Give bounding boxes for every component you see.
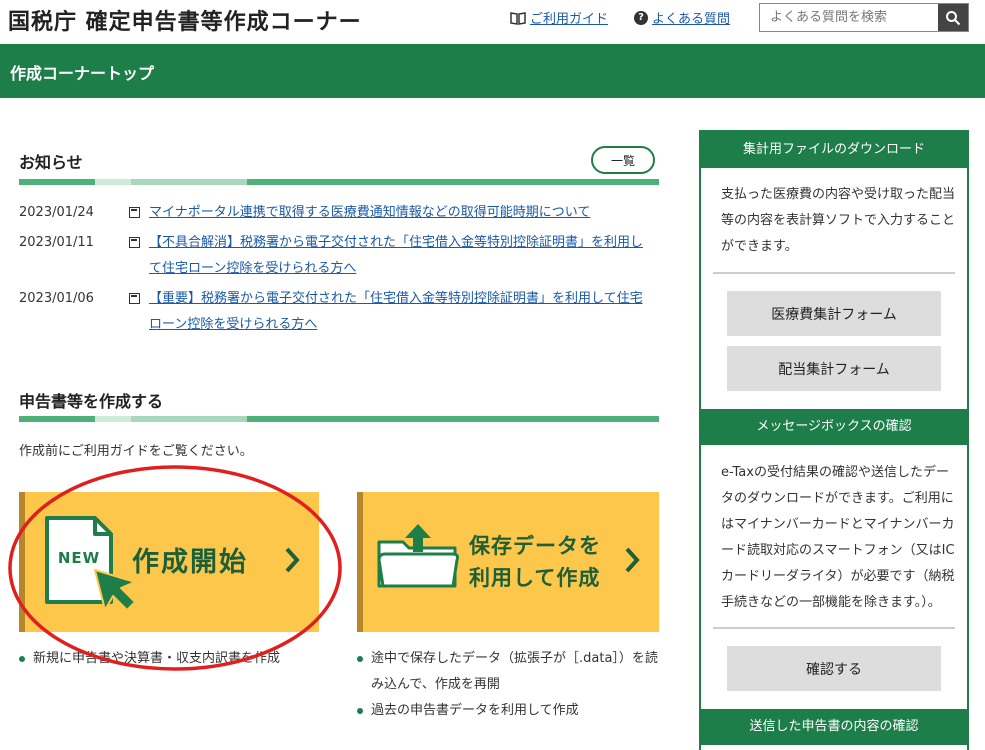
page-title: 作成コーナートップ <box>10 64 155 83</box>
resume-saved-data-button[interactable]: 保存データを 利用して作成 <box>357 492 659 632</box>
messagebox-description: e-Taxの受付結果の確認や送信したデータのダウンロードができます。ご利用にはマ… <box>721 465 955 610</box>
news-link[interactable]: 【不具合解消】税務署から電子交付された「住宅借入金等特別控除証明書」を利用して住… <box>149 230 649 282</box>
document-icon <box>129 286 149 338</box>
news-date: 2023/01/11 <box>19 235 94 250</box>
news-date: 2023/01/06 <box>19 291 94 306</box>
medical-expense-form-button[interactable]: 医療費集計フォーム <box>727 291 941 336</box>
bullet-item: 過去の申告書データを利用して作成 <box>357 698 659 724</box>
news-list: 2023/01/24 マイナポータル連携で取得する医療費通知情報などの取得可能時… <box>19 200 659 342</box>
search-icon <box>946 10 961 25</box>
sent-return-heading: 送信した申告書の内容の確認 <box>701 709 967 745</box>
news-heading-rule <box>19 179 659 185</box>
create-start-button[interactable]: NEW 作成開始 <box>19 492 319 632</box>
resume-label-line2: 利用して作成 <box>469 566 601 590</box>
new-document-icon: NEW <box>45 516 136 611</box>
news-item: 2023/01/24 マイナポータル連携で取得する医療費通知情報などの取得可能時… <box>19 200 659 226</box>
news-link[interactable]: マイナポータル連携で取得する医療費通知情報などの取得可能時期について <box>149 200 649 226</box>
news-date: 2023/01/24 <box>19 205 94 220</box>
question-icon: ? <box>634 10 648 25</box>
svg-text:NEW: NEW <box>58 549 100 567</box>
dividend-form-button[interactable]: 配当集計フォーム <box>727 346 941 391</box>
create-intro: 作成前にご利用ガイドをご覧ください。 <box>19 444 253 459</box>
confirm-messagebox-button[interactable]: 確認する <box>727 646 941 691</box>
top-nav-bar: 作成コーナートップ <box>0 44 985 98</box>
create-heading: 申告書等を作成する <box>19 392 164 411</box>
resume-saved-data-label: 保存データを 利用して作成 <box>469 530 601 594</box>
news-item: 2023/01/06 【重要】税務署から電子交付された「住宅借入金等特別控除証明… <box>19 286 659 338</box>
download-heading: 集計用ファイルのダウンロード <box>701 132 967 168</box>
guide-link[interactable]: ご利用ガイド <box>510 8 608 27</box>
create-heading-rule <box>19 416 659 422</box>
sidebar: 集計用ファイルのダウンロード 支払った医療費の内容や受け取った配当等の内容を表計… <box>699 130 969 750</box>
search-input[interactable] <box>760 4 938 31</box>
resume-label-line1: 保存データを <box>469 534 601 558</box>
search-button[interactable] <box>938 4 968 31</box>
news-list-button[interactable]: 一覧 <box>591 146 655 174</box>
news-heading: お知らせ <box>19 153 83 172</box>
site-title[interactable]: 国税庁 確定申告書等作成コーナー <box>8 4 362 36</box>
download-description: 支払った医療費の内容や受け取った配当等の内容を表計算ソフトで入力することができま… <box>721 187 956 254</box>
guide-link-label[interactable]: ご利用ガイド <box>530 8 608 27</box>
chevron-right-icon <box>625 547 640 573</box>
search-box <box>759 3 969 32</box>
folder-upload-icon <box>377 524 459 588</box>
create-bullets: 新規に申告書や決算書・収支内訳書を作成 <box>19 646 319 672</box>
create-start-label: 作成開始 <box>132 547 248 578</box>
resume-bullets: 途中で保存したデータ（拡張子が［.data］）を読み込んで、作成を再開 過去の申… <box>357 646 659 724</box>
bullet-item: 新規に申告書や決算書・収支内訳書を作成 <box>19 646 319 672</box>
book-icon <box>510 11 526 25</box>
document-icon <box>129 230 149 282</box>
news-item: 2023/01/11 【不具合解消】税務署から電子交付された「住宅借入金等特別控… <box>19 230 659 282</box>
faq-link[interactable]: ? よくある質問 <box>634 8 730 27</box>
chevron-right-icon <box>285 547 300 573</box>
header: 国税庁 確定申告書等作成コーナー ご利用ガイド ? よくある質問 <box>0 0 985 44</box>
bullet-item: 途中で保存したデータ（拡張子が［.data］）を読み込んで、作成を再開 <box>357 646 659 698</box>
document-icon <box>129 200 149 226</box>
faq-link-label[interactable]: よくある質問 <box>652 8 730 27</box>
news-link[interactable]: 【重要】税務署から電子交付された「住宅借入金等特別控除証明書」を利用して住宅ロー… <box>149 286 649 338</box>
messagebox-heading: メッセージボックスの確認 <box>701 409 967 445</box>
